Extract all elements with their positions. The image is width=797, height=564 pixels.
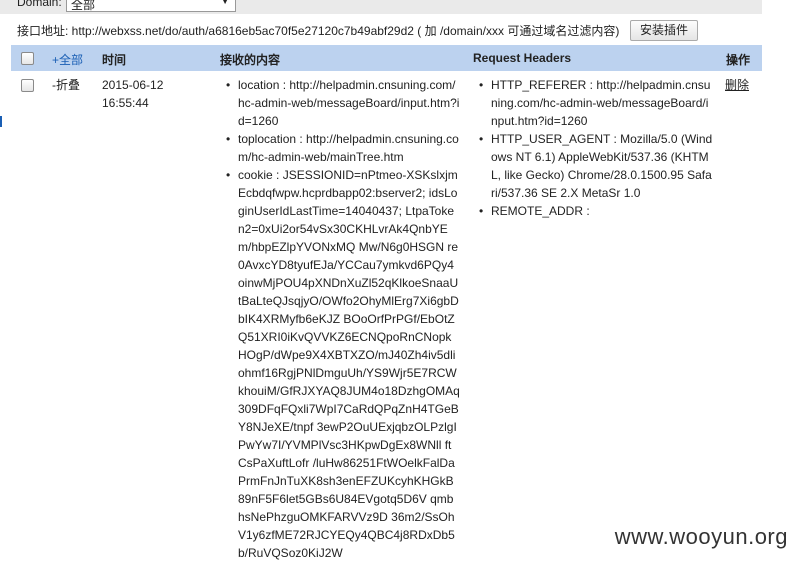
- row-date-text: 2015-06-12: [102, 78, 164, 92]
- domain-label: Domain:: [17, 0, 62, 9]
- row-checkbox[interactable]: [21, 79, 34, 92]
- header-time: 时间: [102, 53, 127, 67]
- scroll-marker: [0, 116, 2, 127]
- chevron-down-icon: ▼: [220, 0, 230, 7]
- header-item: HTTP_USER_AGENT : Mozilla/5.0 (Windows N…: [477, 130, 713, 202]
- domain-select-value: 全部: [71, 0, 96, 12]
- row-time-text: 16:55:44: [102, 96, 149, 110]
- api-address: 接口地址: http://webxss.net/do/auth/a6816eb5…: [17, 24, 620, 38]
- header-item: REMOTE_ADDR :: [477, 202, 713, 220]
- select-all-checkbox[interactable]: [21, 52, 34, 65]
- header-content: 接收的内容: [220, 53, 281, 67]
- request-headers: HTTP_REFERER : http://helpadmin.cnsuning…: [477, 76, 713, 220]
- content-item: cookie : JSESSIONID=nPtmeo-XSKslxjmEcbdq…: [224, 166, 460, 562]
- collapse-link[interactable]: -折叠: [52, 76, 80, 94]
- header-request-headers: Request Headers: [473, 51, 572, 65]
- received-content: location : http://helpadmin.cnsuning.com…: [224, 76, 460, 562]
- content-item: location : http://helpadmin.cnsuning.com…: [224, 76, 460, 130]
- delete-link[interactable]: 删除: [725, 76, 749, 94]
- table-header: +全部 时间 接收的内容 Request Headers 操作: [11, 45, 762, 71]
- install-plugin-button[interactable]: 安装插件: [630, 20, 698, 41]
- watermark: www.wooyun.org: [614, 524, 788, 549]
- header-item: HTTP_REFERER : http://helpadmin.cnsuning…: [477, 76, 713, 130]
- domain-select[interactable]: 全部 ▼: [66, 0, 236, 12]
- header-actions: 操作: [726, 53, 751, 67]
- row-time: 2015-06-12 16:55:44: [102, 76, 163, 112]
- content-item: toplocation : http://helpadmin.cnsuning.…: [224, 130, 460, 166]
- expand-all-link[interactable]: +全部: [52, 51, 83, 68]
